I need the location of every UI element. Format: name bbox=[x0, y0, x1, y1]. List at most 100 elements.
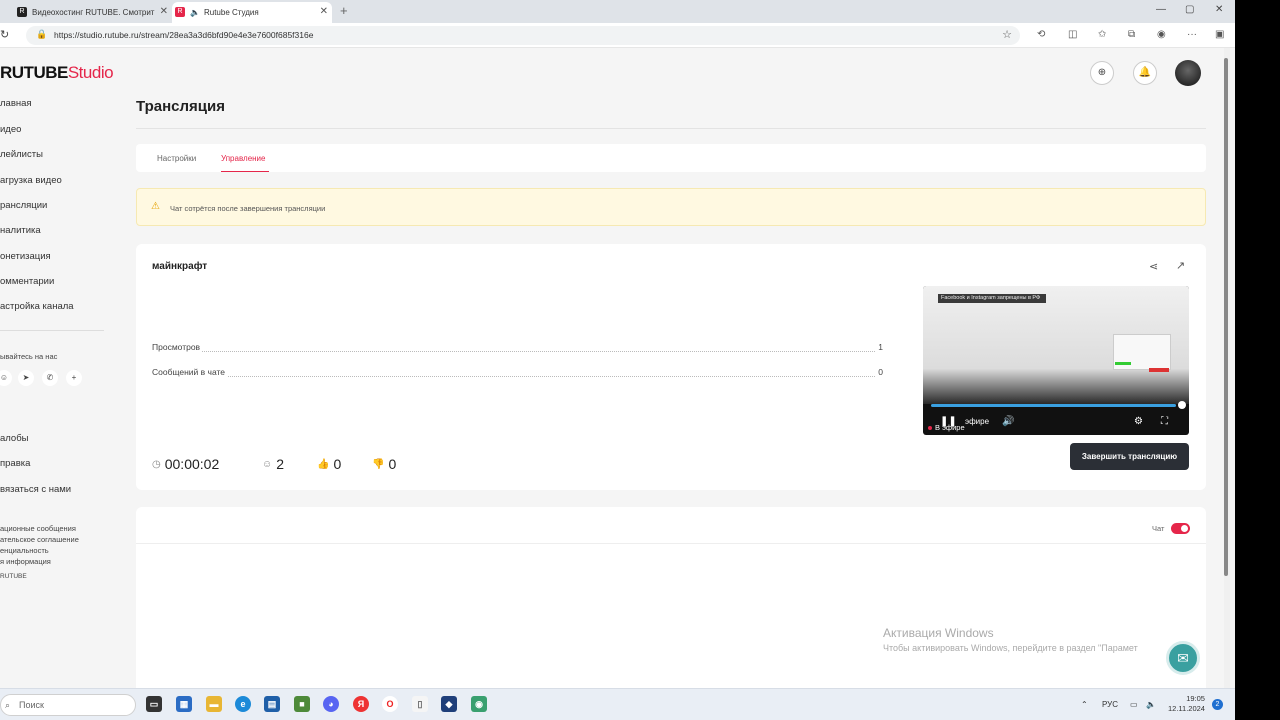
stat-dots bbox=[152, 351, 883, 352]
scrollbar-thumb[interactable] bbox=[1224, 58, 1228, 576]
notepad-icon[interactable]: ▯ bbox=[412, 696, 428, 712]
tray-expand-icon[interactable]: ⌃ bbox=[1081, 700, 1088, 709]
add-content-icon[interactable]: ⊕ bbox=[1090, 61, 1114, 85]
player-banner: Facebook и Instagram запрещены в РФ bbox=[938, 294, 1046, 303]
sidebar-item-home[interactable]: лавная bbox=[0, 98, 32, 109]
restore-icon[interactable]: ▢ bbox=[1185, 4, 1194, 15]
ok-icon[interactable]: ☺ bbox=[0, 370, 12, 386]
player-progress-knob[interactable] bbox=[1178, 401, 1186, 409]
active-tab-indicator bbox=[221, 171, 269, 172]
network-icon[interactable]: ▭ bbox=[1130, 700, 1138, 709]
new-tab-button[interactable]: + bbox=[340, 3, 348, 18]
file-explorer-icon[interactable]: ▬ bbox=[206, 696, 222, 712]
page-scrollbar[interactable] bbox=[1224, 48, 1230, 688]
footer-link-user-agreement[interactable]: ательское соглашение bbox=[0, 535, 79, 544]
sidebar-item-comments[interactable]: омментарии bbox=[0, 276, 54, 287]
collections-icon[interactable]: ⧉ bbox=[1128, 29, 1135, 40]
telegram-icon[interactable]: ➤ bbox=[18, 370, 34, 386]
support-chat-button[interactable]: ✉ bbox=[1166, 641, 1200, 675]
lock-icon[interactable]: 🔒 bbox=[36, 29, 47, 40]
edge-browser-icon[interactable]: e bbox=[235, 696, 251, 712]
stream-card: майнкрафт ⋖ ↗ Просмотров 1 Сообщений в ч… bbox=[136, 244, 1206, 490]
dislikes-value: 0 bbox=[388, 456, 397, 472]
store-icon[interactable]: ▤ bbox=[264, 696, 280, 712]
likes-value: 0 bbox=[333, 456, 342, 472]
fullscreen-icon[interactable]: ⛶ bbox=[1161, 416, 1168, 427]
browser-tab-rutube-studio[interactable]: R 🔈 Rutube Студия ✕ bbox=[172, 2, 332, 23]
stat-label: Просмотров bbox=[152, 342, 203, 352]
favorite-star-icon[interactable]: ☆ bbox=[1002, 28, 1012, 41]
url-field[interactable]: 🔒 https://studio.rutube.ru/stream/28ea3a… bbox=[26, 26, 1020, 45]
viber-icon[interactable]: ✆ bbox=[42, 370, 58, 386]
footer-link-privacy[interactable]: енциальность bbox=[0, 546, 49, 555]
stat-value: 1 bbox=[876, 342, 883, 352]
rutube-studio-logo[interactable]: RUTUBEStudio bbox=[0, 63, 114, 83]
notification-bell-icon[interactable]: 🔔 bbox=[1133, 61, 1157, 85]
sidebar-item-help[interactable]: правка bbox=[0, 458, 30, 469]
live-label: В эфире bbox=[935, 423, 965, 432]
vpn-icon[interactable]: ◉ bbox=[1157, 29, 1166, 40]
obs-app-icon[interactable]: ◉ bbox=[471, 696, 487, 712]
stat-views: Просмотров 1 bbox=[152, 342, 883, 354]
stream-preview-player[interactable]: Facebook и Instagram запрещены в РФ ❚❚ э… bbox=[923, 286, 1189, 435]
sidebar-item-analytics[interactable]: налитика bbox=[0, 225, 41, 236]
sidebar-item-complaints[interactable]: алобы bbox=[0, 433, 29, 444]
sidebar-item-video[interactable]: идео bbox=[0, 124, 21, 135]
stream-name: майнкрафт bbox=[152, 261, 208, 272]
app-icon[interactable]: ◆ bbox=[441, 696, 457, 712]
notification-badge[interactable]: 2 bbox=[1212, 699, 1223, 710]
tab-settings[interactable]: Настройки bbox=[157, 154, 196, 163]
clock-date: 12.11.2024 bbox=[1168, 704, 1205, 713]
chat-card: Чат bbox=[136, 507, 1206, 688]
volume-icon[interactable]: 🔈 bbox=[1146, 700, 1156, 709]
sidebar-item-streams[interactable]: рансляции bbox=[0, 200, 47, 211]
footer-link-info[interactable]: я информация bbox=[0, 557, 51, 566]
widgets-icon[interactable]: ▦ bbox=[176, 696, 192, 712]
taskbar-clock[interactable]: 19:05 12.11.2024 bbox=[1168, 694, 1205, 714]
stat-dots bbox=[152, 376, 883, 377]
discord-icon[interactable]: ◕ bbox=[323, 696, 339, 712]
browser-tab-rutube-hosting[interactable]: R Видеохостинг RUTUBE. Смотрит ✕ bbox=[14, 2, 172, 23]
more-social-icon[interactable]: + bbox=[66, 370, 82, 386]
end-stream-button[interactable]: Завершить трансляцию bbox=[1070, 443, 1189, 470]
share-icon[interactable]: ⋖ bbox=[1149, 260, 1158, 273]
tab-management[interactable]: Управление bbox=[221, 154, 265, 163]
settings-gear-icon[interactable]: ⚙ bbox=[1134, 416, 1143, 427]
sidebar-item-contact[interactable]: вязаться с нами bbox=[0, 484, 71, 495]
close-icon[interactable]: ✕ bbox=[160, 6, 168, 17]
player-progress-bar[interactable] bbox=[931, 404, 1176, 407]
more-menu-icon[interactable]: ··· bbox=[1187, 29, 1197, 40]
yandex-browser-icon[interactable]: Я bbox=[353, 696, 369, 712]
extension-icon[interactable]: ⟲ bbox=[1037, 29, 1045, 40]
language-indicator[interactable]: РУС bbox=[1102, 700, 1118, 709]
footer-link-info-messages[interactable]: ационные сообщения bbox=[0, 524, 76, 533]
chat-toggle[interactable] bbox=[1171, 523, 1190, 534]
footer-copyright: RUTUBE bbox=[0, 573, 27, 580]
split-screen-icon[interactable]: ◫ bbox=[1068, 29, 1077, 40]
sidebar-toggle-icon[interactable]: ▣ bbox=[1215, 29, 1224, 40]
close-icon[interactable]: ✕ bbox=[320, 6, 328, 17]
sidebar-item-channel-settings[interactable]: астройка канала bbox=[0, 301, 74, 312]
stat-chat-messages: Сообщений в чате 0 bbox=[152, 367, 883, 379]
clock-icon: ◷ bbox=[152, 458, 161, 470]
sidebar-item-upload[interactable]: агрузка видео bbox=[0, 175, 62, 186]
favorites-icon[interactable]: ✩ bbox=[1098, 29, 1106, 40]
minecraft-icon[interactable]: ■ bbox=[294, 696, 310, 712]
speaker-icon: 🔈 bbox=[190, 8, 200, 17]
minimize-icon[interactable]: — bbox=[1156, 4, 1166, 15]
duration-value: 00:00:02 bbox=[164, 456, 220, 472]
toggle-knob bbox=[1181, 525, 1188, 532]
sidebar-item-playlists[interactable]: лейлисты bbox=[0, 149, 43, 160]
rutube-studio-favicon-icon: R bbox=[175, 7, 185, 17]
avatar[interactable] bbox=[1175, 60, 1201, 86]
taskbar-search-input[interactable]: ⌕ Поиск bbox=[0, 694, 136, 716]
reload-icon[interactable]: ↻ bbox=[0, 28, 9, 41]
screen: R Видеохостинг RUTUBE. Смотрит ✕ R 🔈 Rut… bbox=[0, 0, 1235, 720]
sidebar-item-monetization[interactable]: онетизация bbox=[0, 251, 51, 262]
open-external-icon[interactable]: ↗ bbox=[1176, 259, 1185, 272]
window-close-icon[interactable]: ✕ bbox=[1215, 4, 1223, 15]
task-view-icon[interactable]: ▭ bbox=[146, 696, 162, 712]
volume-icon[interactable]: 🔊 bbox=[1002, 416, 1014, 427]
page-title: Трансляция bbox=[136, 98, 225, 115]
opera-icon[interactable]: O bbox=[382, 696, 398, 712]
